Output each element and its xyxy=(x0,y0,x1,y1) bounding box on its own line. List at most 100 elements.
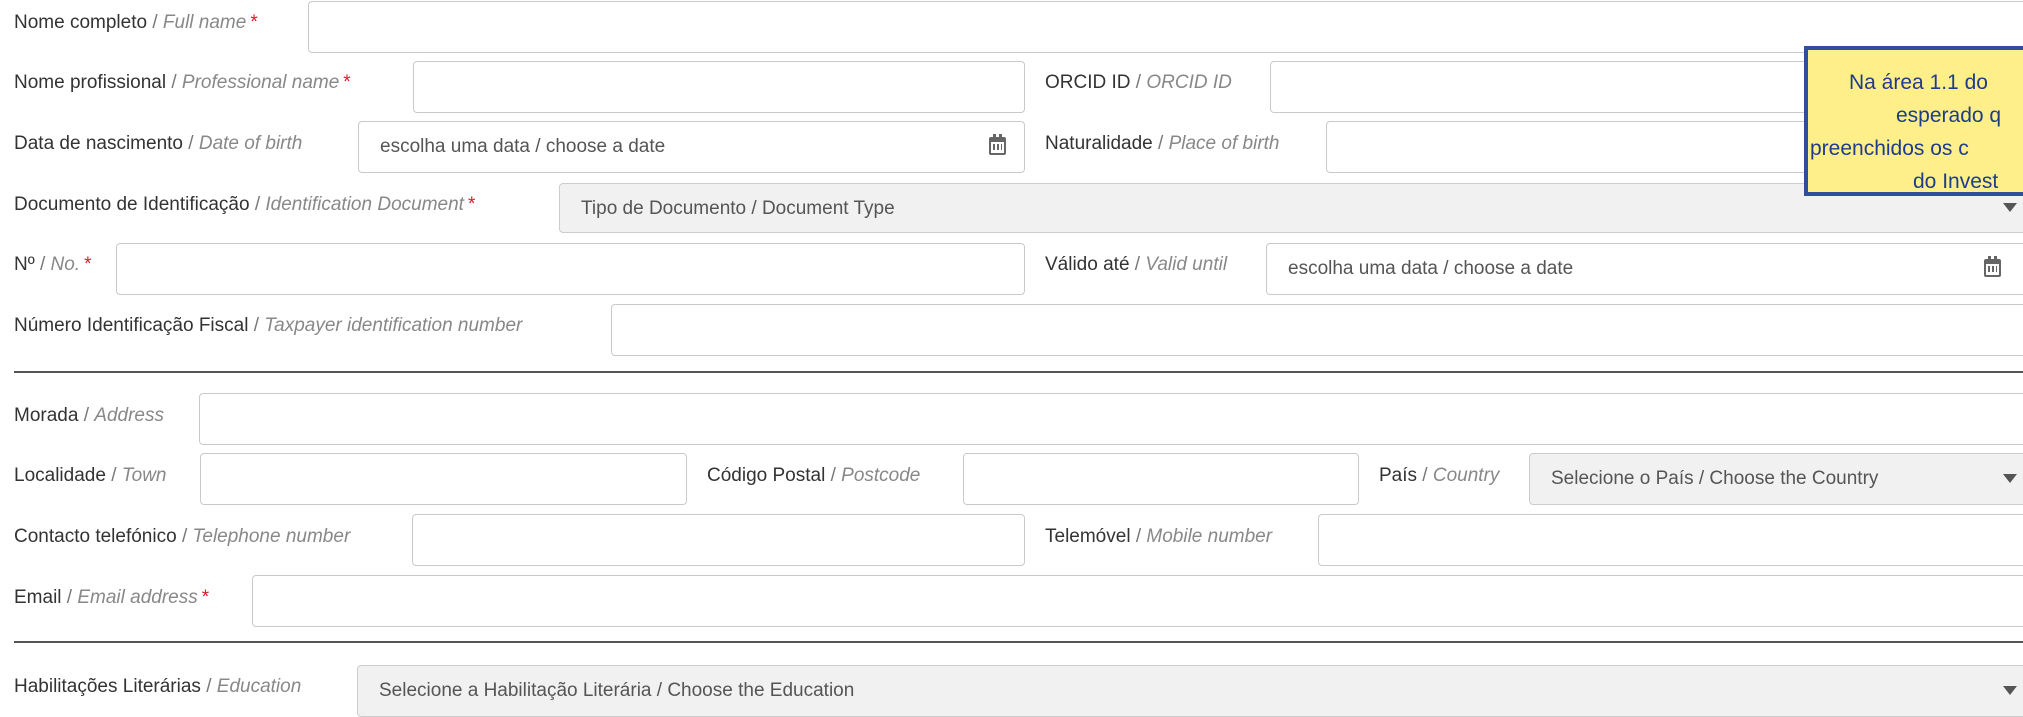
email-label: Email / Email address * xyxy=(14,586,209,610)
annotation-line: do Invest xyxy=(1913,170,1999,193)
label-pt: Habilitações Literárias xyxy=(14,676,201,697)
label-pt: ORCID ID xyxy=(1045,72,1131,93)
chevron-down-icon[interactable] xyxy=(2003,474,2017,483)
required-marker: * xyxy=(201,587,210,608)
label-en: Town xyxy=(121,465,167,486)
label-en: Place of birth xyxy=(1168,133,1280,154)
label-pt: Código Postal xyxy=(707,465,826,486)
chevron-down-icon[interactable] xyxy=(2003,686,2017,695)
education-label: Habilitações Literárias / Education xyxy=(14,675,301,699)
label-separator: / xyxy=(176,526,193,547)
label-pt: Contacto telefónico xyxy=(14,526,177,547)
tax-id-input[interactable] xyxy=(611,304,2023,356)
postcode-input[interactable] xyxy=(963,453,1359,505)
date-of-birth-input[interactable]: escolha uma data / choose a date xyxy=(358,121,1025,173)
label-en: ORCID ID xyxy=(1146,72,1232,93)
label-en: Full name xyxy=(162,12,247,33)
label-separator: / xyxy=(166,72,182,93)
chevron-down-icon[interactable] xyxy=(2003,203,2017,212)
label-separator: / xyxy=(1130,72,1147,93)
valid-until-input[interactable]: escolha uma data / choose a date xyxy=(1266,243,2023,295)
id-document-label: Documento de Identificação / Identificat… xyxy=(14,193,475,217)
email-input[interactable] xyxy=(252,575,2023,627)
full-name-label: Nome completo / Full name * xyxy=(14,11,258,35)
label-separator: / xyxy=(1130,526,1147,547)
doc-number-label: Nº / No. * xyxy=(14,253,92,277)
professional-name-label: Nome profissional / Professional name * xyxy=(14,71,351,95)
label-en: Mobile number xyxy=(1146,526,1273,547)
label-separator: / xyxy=(248,315,265,336)
required-marker: * xyxy=(343,72,351,93)
orcid-label: ORCID ID / ORCID ID xyxy=(1045,71,1232,95)
label-separator: / xyxy=(34,254,51,275)
label-pt: Data de nascimento xyxy=(14,133,183,154)
selected-value: Tipo de Documento / Document Type xyxy=(581,198,895,219)
address-label: Morada / Address xyxy=(14,404,164,428)
education-select[interactable]: Selecione a Habilitação Literária / Choo… xyxy=(357,665,2023,717)
label-en: Identification Document xyxy=(265,194,464,215)
selected-value: Selecione o País / Choose the Country xyxy=(1551,468,1879,489)
country-select[interactable]: Selecione o País / Choose the Country xyxy=(1529,453,2023,505)
label-separator: / xyxy=(78,405,95,426)
label-separator: / xyxy=(1417,465,1433,486)
calendar-grid xyxy=(1988,266,1997,272)
doc-number-input[interactable] xyxy=(116,243,1025,295)
label-en: Education xyxy=(216,676,302,697)
annotation-line: esperado q xyxy=(1896,104,2002,127)
mobile-label: Telemóvel / Mobile number xyxy=(1045,525,1272,549)
label-en: Email address xyxy=(77,587,198,608)
country-label: País / Country xyxy=(1379,464,1499,488)
label-en: Taxpayer identification number xyxy=(264,315,523,336)
telephone-input[interactable] xyxy=(412,514,1025,566)
section-divider xyxy=(14,641,2023,643)
label-separator: / xyxy=(61,587,78,608)
label-separator: / xyxy=(147,12,163,33)
label-separator: / xyxy=(825,465,842,486)
town-input[interactable] xyxy=(200,453,687,505)
postcode-label: Código Postal / Postcode xyxy=(707,464,920,488)
label-en: Valid until xyxy=(1145,254,1228,275)
label-separator: / xyxy=(249,194,266,215)
label-en: Date of birth xyxy=(198,133,303,154)
label-separator: / xyxy=(183,133,199,154)
label-pt: Nome profissional xyxy=(14,72,167,93)
label-pt: Nome completo xyxy=(14,12,148,33)
required-marker: * xyxy=(250,12,258,33)
label-separator: / xyxy=(200,676,217,697)
label-pt: Morada xyxy=(14,405,79,426)
label-pt: Documento de Identificação xyxy=(14,194,250,215)
tax-id-label: Número Identificação Fiscal / Taxpayer i… xyxy=(14,314,522,338)
label-en: Professional name xyxy=(181,72,340,93)
calendar-icon[interactable] xyxy=(1984,256,2001,277)
label-pt: Email xyxy=(14,587,62,608)
valid-until-label: Válido até / Valid until xyxy=(1045,253,1227,277)
label-pt: Nº xyxy=(14,254,35,275)
label-pt: Localidade xyxy=(14,465,106,486)
telephone-label: Contacto telefónico / Telephone number xyxy=(14,525,350,549)
annotation-callout: Na área 1.1 do esperado q preenchidos os… xyxy=(1804,46,2023,196)
address-input[interactable] xyxy=(199,393,2023,445)
label-separator: / xyxy=(1129,254,1146,275)
date-placeholder: escolha uma data / choose a date xyxy=(380,136,666,157)
label-en: No. xyxy=(50,254,81,275)
annotation-line: Na área 1.1 do xyxy=(1849,71,1988,94)
professional-name-input[interactable] xyxy=(413,61,1025,113)
full-name-input[interactable] xyxy=(308,1,2023,53)
calendar-icon[interactable] xyxy=(989,134,1006,155)
town-label: Localidade / Town xyxy=(14,464,166,488)
required-marker: * xyxy=(84,254,92,275)
label-en: Telephone number xyxy=(192,526,351,547)
required-marker: * xyxy=(467,194,476,215)
calendar-grid xyxy=(993,144,1002,150)
label-en: Country xyxy=(1432,465,1500,486)
selected-value: Selecione a Habilitação Literária / Choo… xyxy=(379,680,855,701)
section-divider xyxy=(14,371,2023,373)
label-separator: / xyxy=(105,465,122,486)
label-pt: País xyxy=(1379,465,1418,486)
mobile-input[interactable] xyxy=(1318,514,2023,566)
label-en: Address xyxy=(94,405,164,426)
label-pt: Válido até xyxy=(1045,254,1130,275)
label-pt: Telemóvel xyxy=(1045,526,1131,547)
label-en: Postcode xyxy=(841,465,921,486)
label-separator: / xyxy=(1152,133,1169,154)
